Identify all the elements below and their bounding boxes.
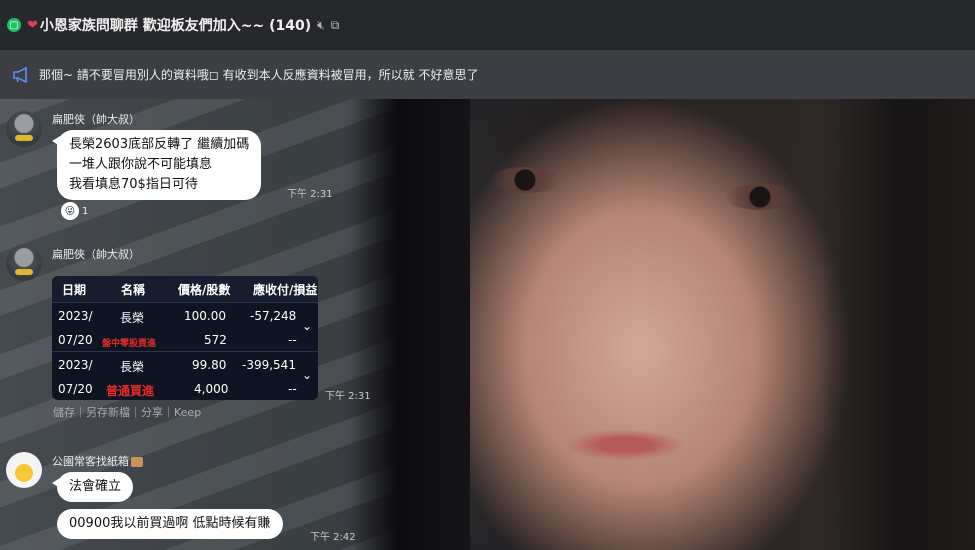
trade-row[interactable]: 2023/ 07/20 長榮 普通買進 99.80 4,000 -399,541… [52, 351, 318, 400]
trade-amount: -399,541 [242, 358, 296, 372]
trade-shares: 572 [204, 333, 227, 347]
trade-date: 07/20 [58, 382, 93, 396]
trade-date: 2023/ [58, 358, 93, 372]
card-header: 日期 名稱 價格/股數 應收付/損益 [52, 276, 318, 302]
trade-date: 07/20 [58, 333, 93, 347]
background-photo-hair-right [820, 99, 975, 550]
trade-type: 普通買進 [106, 384, 155, 398]
sender-name: 扁肥俠（帥大叔） [52, 248, 140, 261]
popout-icon[interactable]: ⧉ [331, 18, 340, 33]
sender-name: 公園常客找紙箱 [52, 453, 143, 469]
card-actions[interactable]: 儲存｜另存新檔｜分享｜Keep [53, 404, 201, 420]
chevron-down-icon[interactable]: ⌄ [302, 319, 312, 333]
trade-price: 100.00 [184, 309, 226, 323]
title-bar: ▢ ❤ 小恩家族問聊群 歡迎板友們加入~~ (140) 🔇︎ ⧉ [0, 0, 975, 50]
message-line: 我看填息70$指日可待 [69, 177, 198, 192]
trade-date: 2023/ [58, 309, 93, 323]
message-bubble[interactable]: 長榮2603底部反轉了 繼續加碼 一堆人跟你說不可能填息 我看填息70$指日可待 [51, 130, 262, 200]
reaction-badge[interactable]: 😜︎ 1 [61, 202, 88, 220]
box-icon [131, 457, 143, 467]
trade-type: 盤中零股買進 [102, 339, 157, 349]
announcement-text: 那個~ 請不要冒用別人的資料哦◻ 有收到本人反應資料被冒用，所以就 不好意思了 [39, 68, 479, 82]
heart-icon: ❤ [27, 17, 38, 33]
header-price: 價格/股數 [178, 282, 231, 297]
message-time: 下午 2:42 [310, 532, 356, 543]
header-date: 日期 [62, 282, 87, 297]
message-bubble[interactable]: 法會確立 [51, 472, 134, 502]
trade-name: 長榮 [120, 311, 145, 325]
line-icon: ▢ [7, 18, 21, 32]
trade-shares: 4,000 [194, 382, 229, 396]
sender-name: 扁肥俠（帥大叔） [52, 113, 140, 126]
sender-name-text: 公園常客找紙箱 [52, 455, 129, 468]
megaphone-icon [12, 66, 32, 83]
chat-area[interactable]: 扁肥俠（帥大叔） 長榮2603底部反轉了 繼續加碼 一堆人跟你說不可能填息 我看… [0, 99, 975, 550]
header-amount: 應收付/損益 [253, 282, 318, 297]
mute-icon[interactable]: 🔇︎ [317, 18, 325, 33]
header-name: 名稱 [121, 282, 146, 297]
avatar[interactable] [6, 245, 42, 281]
message-line: 法會確立 [69, 479, 122, 494]
trade-amount-2: -- [288, 333, 297, 347]
message-line: 長榮2603底部反轉了 繼續加碼 [69, 137, 250, 152]
announcement-bar[interactable]: 那個~ 請不要冒用別人的資料哦◻ 有收到本人反應資料被冒用，所以就 不好意思了 [0, 50, 975, 99]
trade-amount: -57,248 [250, 309, 297, 323]
chat-title: 小恩家族問聊群 歡迎板友們加入~~ (140) [39, 18, 312, 34]
trade-amount-2: -- [288, 382, 297, 396]
reaction-count: 1 [82, 205, 89, 217]
message-bubble[interactable]: 00900我以前買過啊 低點時候有賺 [57, 509, 283, 539]
trade-record-card[interactable]: 日期 名稱 價格/股數 應收付/損益 2023/ 07/20 長榮 盤中零股買進… [52, 276, 318, 400]
trade-row[interactable]: 2023/ 07/20 長榮 盤中零股買進 100.00 572 -57,248… [52, 302, 318, 351]
wink-face-icon: 😜︎ [61, 202, 79, 220]
trade-price: 99.80 [192, 358, 227, 372]
avatar[interactable] [6, 111, 42, 147]
message-time: 下午 2:31 [325, 391, 371, 402]
message-time: 下午 2:31 [287, 189, 333, 200]
background-photo-hair [350, 99, 470, 550]
background-photo-eye [725, 184, 795, 210]
message-line: 一堆人跟你說不可能填息 [69, 157, 213, 172]
background-photo-eye [490, 167, 560, 193]
background-photo-lips [565, 429, 685, 461]
avatar[interactable] [6, 452, 42, 488]
message-line: 00900我以前買過啊 低點時候有賺 [69, 516, 271, 531]
trade-name: 長榮 [120, 360, 145, 374]
chevron-down-icon[interactable]: ⌄ [302, 368, 312, 382]
